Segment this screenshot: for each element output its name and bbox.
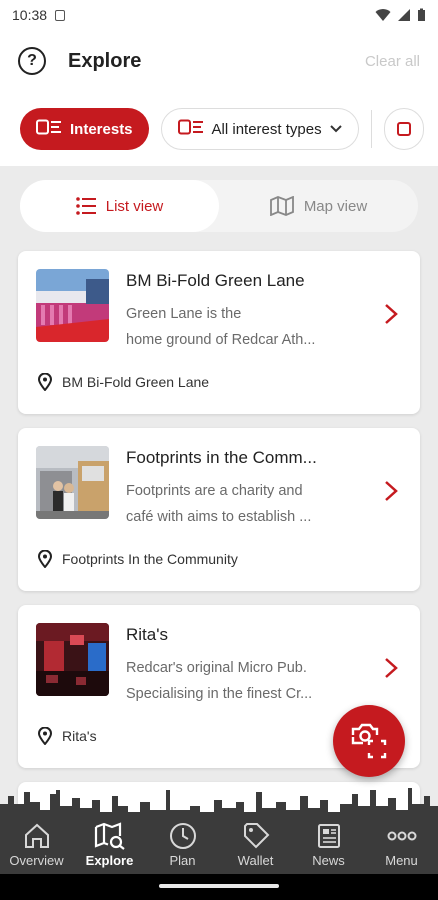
- nav-menu-label: Menu: [385, 853, 418, 868]
- location-pin-icon: [38, 550, 52, 568]
- chevron-down-icon: [329, 125, 342, 133]
- card-thumbnail: [36, 623, 109, 696]
- map-icon: [269, 196, 294, 216]
- chevron-right-icon[interactable]: [384, 480, 398, 502]
- card-desc-line: Specialising in the finest Cr...: [126, 686, 313, 702]
- card-description: Redcar's original Micro Pub. Specialisin…: [126, 655, 346, 707]
- status-bar: 10:38: [0, 0, 438, 30]
- more-filter-chip[interactable]: [384, 108, 425, 150]
- filter-icon: [397, 122, 412, 136]
- home-icon: [23, 822, 51, 850]
- interests-chip-label: Interests: [70, 120, 133, 138]
- chevron-right-icon[interactable]: [384, 657, 398, 679]
- card-location-label: Footprints In the Community: [62, 551, 238, 567]
- chevron-right-icon[interactable]: [384, 303, 398, 325]
- card-desc-line: home ground of Redcar Ath...: [126, 332, 316, 348]
- list-view-label: List view: [105, 197, 164, 215]
- filter-list-icon: [36, 119, 62, 139]
- location-pin-icon: [38, 373, 52, 391]
- clear-all-button[interactable]: Clear all: [365, 53, 420, 70]
- gesture-bar: [0, 874, 438, 900]
- tag-icon: [242, 822, 270, 850]
- list-view-tab[interactable]: List view: [20, 180, 219, 232]
- filter-bar: Interests All interest types: [0, 92, 438, 166]
- newspaper-icon: [315, 822, 343, 850]
- scan-button[interactable]: [333, 705, 405, 777]
- card-location-label: Rita's: [62, 728, 97, 744]
- card-desc-line: Footprints are a charity and: [126, 483, 303, 499]
- nav-plan[interactable]: Plan: [146, 818, 219, 874]
- card-description: Green Lane is the home ground of Redcar …: [126, 301, 346, 353]
- filter-divider: [370, 110, 373, 148]
- wifi-icon: [375, 9, 391, 21]
- app-header: ? Explore Clear all: [0, 30, 438, 92]
- card-title: BM Bi-Fold Green Lane: [126, 271, 305, 290]
- card-location: Footprints In the Community: [38, 550, 238, 568]
- clock-icon: [169, 822, 197, 850]
- filter-list-icon: [177, 119, 204, 139]
- home-indicator[interactable]: [159, 884, 279, 888]
- card-desc-line: café with aims to establish ...: [126, 509, 312, 525]
- nav-explore[interactable]: Explore: [73, 818, 146, 874]
- sim-icon: [55, 9, 66, 21]
- more-horizontal-icon: [387, 822, 417, 850]
- nav-explore-label: Explore: [85, 853, 134, 868]
- page-title: Explore: [68, 49, 142, 72]
- card-desc-line: Redcar's original Micro Pub.: [126, 660, 307, 676]
- nav-news-label: News: [312, 853, 345, 868]
- skyline-decoration: [0, 788, 438, 822]
- map-view-label: Map view: [303, 197, 368, 215]
- nav-plan-label: Plan: [169, 853, 196, 868]
- card-title: Rita's: [126, 625, 168, 644]
- location-pin-icon: [38, 727, 52, 745]
- map-search-icon: [94, 822, 126, 850]
- card-desc-line: Green Lane is the: [126, 306, 242, 322]
- card-description: Footprints are a charity and café with a…: [126, 478, 346, 530]
- interest-card[interactable]: BM Bi-Fold Green Lane Green Lane is the …: [18, 251, 420, 414]
- view-toggle: List view Map view: [20, 180, 418, 232]
- status-time: 10:38: [12, 7, 48, 23]
- interests-chip[interactable]: Interests: [20, 108, 149, 150]
- map-view-tab[interactable]: Map view: [219, 180, 418, 232]
- card-thumbnail: [36, 269, 109, 342]
- nav-news[interactable]: News: [292, 818, 365, 874]
- help-icon[interactable]: ?: [18, 47, 46, 75]
- signal-icon: [398, 9, 410, 21]
- card-location: Rita's: [38, 727, 97, 745]
- interest-types-label: All interest types: [211, 120, 322, 138]
- nav-menu[interactable]: Menu: [365, 818, 438, 874]
- card-thumbnail: [36, 446, 109, 519]
- camera-scan-icon: [351, 723, 387, 759]
- nav-overview-label: Overview: [9, 853, 64, 868]
- battery-icon: [418, 8, 425, 21]
- interest-types-dropdown[interactable]: All interest types: [160, 108, 359, 150]
- card-location-label: BM Bi-Fold Green Lane: [62, 374, 210, 390]
- interest-card[interactable]: Footprints in the Comm... Footprints are…: [18, 428, 420, 591]
- bottom-nav: Overview Explore Plan Wallet News Menu: [0, 818, 438, 874]
- list-icon: [75, 197, 96, 215]
- card-location: BM Bi-Fold Green Lane: [38, 373, 209, 391]
- nav-overview[interactable]: Overview: [0, 818, 73, 874]
- nav-wallet[interactable]: Wallet: [219, 818, 292, 874]
- card-title: Footprints in the Comm...: [126, 448, 317, 467]
- nav-wallet-label: Wallet: [237, 853, 274, 868]
